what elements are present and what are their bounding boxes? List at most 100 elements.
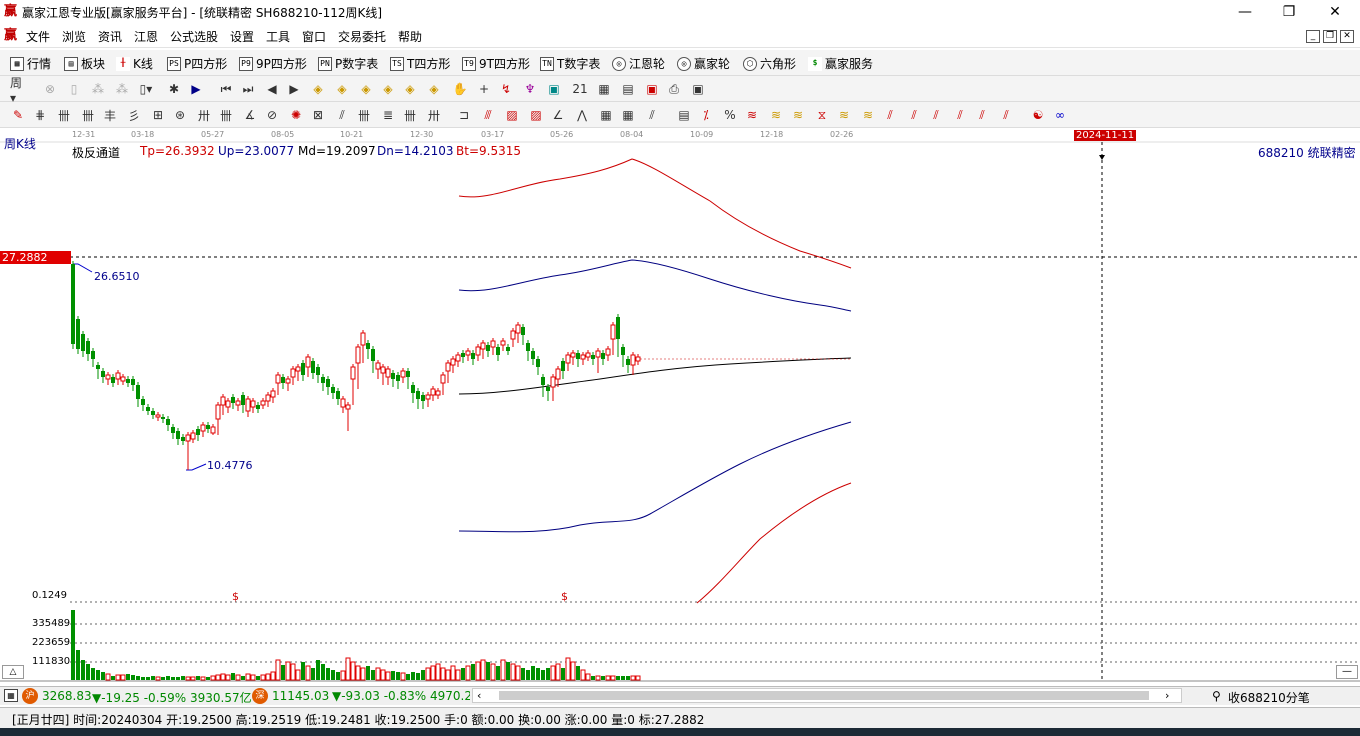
- tool-icon[interactable]: ⊗: [42, 81, 58, 97]
- print-icon[interactable]: ⎙: [666, 81, 682, 97]
- draw-tool-icon[interactable]: 卌: [356, 107, 372, 123]
- percent-icon[interactable]: %: [722, 107, 738, 123]
- draw-tool-icon[interactable]: ≋: [768, 107, 784, 123]
- expand-up-button[interactable]: △: [2, 665, 24, 679]
- last-icon[interactable]: ⏭: [240, 81, 256, 97]
- crosshair-icon[interactable]: +: [476, 81, 492, 97]
- menu-file[interactable]: 文件: [26, 28, 50, 45]
- draw-tool-icon[interactable]: ⊐: [456, 107, 472, 123]
- diamond-icon[interactable]: ◈: [310, 81, 326, 97]
- tool-icon[interactable]: ✱: [166, 81, 182, 97]
- draw-tool-icon[interactable]: ⊞: [150, 107, 166, 123]
- draw-tool-icon[interactable]: ✺: [288, 107, 304, 123]
- p-number-button[interactable]: PN P数字表: [318, 55, 378, 72]
- kline-chart[interactable]: 12-31 03-18 05-27 08-05 10-21 12-30 03-17 05-26…: [0, 129, 1360, 684]
- gann-wheel-button[interactable]: ◎ 江恩轮: [612, 55, 665, 72]
- tool-icon[interactable]: ↯: [498, 81, 514, 97]
- tick-detail-link[interactable]: 收688210分笔: [1228, 689, 1310, 706]
- table-icon[interactable]: ▦: [596, 81, 612, 97]
- menu-gann[interactable]: 江恩: [134, 28, 158, 45]
- scroll-left-icon[interactable]: ‹: [477, 689, 481, 702]
- save-icon[interactable]: ▣: [644, 81, 660, 97]
- hexagon-button[interactable]: ⬡ 六角形: [743, 55, 796, 72]
- hand-icon[interactable]: ✋: [452, 81, 468, 97]
- t-square-button[interactable]: TS T四方形: [390, 55, 450, 72]
- draw-tool-icon[interactable]: 卌: [218, 107, 234, 123]
- tool-icon[interactable]: ▶: [188, 81, 204, 97]
- diamond-icon[interactable]: ◈: [426, 81, 442, 97]
- draw-tool-icon[interactable]: ⁒: [698, 107, 714, 123]
- draw-tool-icon[interactable]: ⫽: [906, 107, 922, 123]
- draw-tool-icon[interactable]: ⫽: [334, 107, 350, 123]
- horizontal-scrollbar[interactable]: ‹ ›: [472, 688, 1182, 703]
- draw-tool-icon[interactable]: ▨: [504, 107, 520, 123]
- sector-button[interactable]: ▤ 板块: [64, 55, 105, 72]
- draw-tool-icon[interactable]: ⫽: [974, 107, 990, 123]
- draw-tool-icon[interactable]: ⫽: [952, 107, 968, 123]
- doc-icon[interactable]: ▤: [620, 81, 636, 97]
- grid-icon[interactable]: ▦: [4, 689, 18, 702]
- draw-tool-icon[interactable]: ⊠: [310, 107, 326, 123]
- calendar-icon[interactable]: 21: [572, 81, 588, 97]
- draw-tool-icon[interactable]: ∠: [550, 107, 566, 123]
- draw-tool-icon[interactable]: ≋: [836, 107, 852, 123]
- tool-icon[interactable]: ▣: [690, 81, 706, 97]
- winner-wheel-button[interactable]: ◎ 赢家轮: [677, 55, 730, 72]
- t-number-button[interactable]: TN T数字表: [540, 55, 600, 72]
- diamond-icon[interactable]: ◈: [402, 81, 418, 97]
- draw-tool-icon[interactable]: ⧖: [814, 107, 830, 123]
- draw-tool-icon[interactable]: ≋: [744, 107, 760, 123]
- menu-help[interactable]: 帮助: [398, 28, 422, 45]
- draw-tool-icon[interactable]: ⫽: [998, 107, 1014, 123]
- tool-icon[interactable]: ⁂: [114, 81, 130, 97]
- tool-icon[interactable]: ⁂: [90, 81, 106, 97]
- draw-tool-icon[interactable]: ⊘: [264, 107, 280, 123]
- mdi-restore-button[interactable]: ❐: [1323, 30, 1337, 43]
- draw-tool-icon[interactable]: ⫽: [882, 107, 898, 123]
- market-button[interactable]: ▦ 行情: [10, 55, 51, 72]
- draw-tool-icon[interactable]: 卌: [56, 107, 72, 123]
- mdi-close-button[interactable]: ✕: [1340, 30, 1354, 43]
- draw-tool-icon[interactable]: 丰: [102, 107, 118, 123]
- scroll-thumb[interactable]: [499, 691, 1149, 700]
- left-icon[interactable]: ◀: [264, 81, 280, 97]
- draw-tool-icon[interactable]: ⫽: [928, 107, 944, 123]
- draw-tool-icon[interactable]: 卅: [426, 107, 442, 123]
- zoom-out-button[interactable]: —: [1336, 665, 1358, 679]
- menu-browse[interactable]: 浏览: [62, 28, 86, 45]
- pen-icon[interactable]: ✎: [10, 107, 26, 123]
- draw-tool-icon[interactable]: ⫻: [480, 107, 496, 123]
- diamond-icon[interactable]: ◈: [358, 81, 374, 97]
- tool-icon[interactable]: ♆: [522, 81, 538, 97]
- maximize-button[interactable]: ❐: [1266, 0, 1312, 24]
- tick-detail-icon[interactable]: ⚲: [1212, 689, 1221, 703]
- close-button[interactable]: ✕: [1312, 0, 1358, 24]
- draw-tool-icon[interactable]: ▦: [620, 107, 636, 123]
- draw-tool-icon[interactable]: ▤: [676, 107, 692, 123]
- draw-tool-icon[interactable]: ▦: [598, 107, 614, 123]
- first-icon[interactable]: ⏮: [218, 81, 234, 97]
- mdi-minimize-button[interactable]: _: [1306, 30, 1320, 43]
- draw-tool-icon[interactable]: 卌: [80, 107, 96, 123]
- draw-tool-icon[interactable]: ⋀: [574, 107, 590, 123]
- 9p-square-button[interactable]: P9 9P四方形: [239, 55, 307, 72]
- menu-window[interactable]: 窗口: [302, 28, 326, 45]
- service-button[interactable]: $ 赢家服务: [808, 55, 873, 72]
- kline-button[interactable]: ╫ K线: [116, 55, 153, 72]
- yinyang-icon[interactable]: ☯: [1030, 107, 1046, 123]
- scroll-right-icon[interactable]: ›: [1165, 689, 1169, 702]
- draw-tool-icon[interactable]: 卌: [402, 107, 418, 123]
- tool-icon[interactable]: ▯: [66, 81, 82, 97]
- draw-tool-icon[interactable]: ⋕: [32, 107, 48, 123]
- menu-settings[interactable]: 设置: [230, 28, 254, 45]
- draw-tool-icon[interactable]: ∡: [242, 107, 258, 123]
- draw-tool-icon[interactable]: ⫽: [644, 107, 660, 123]
- menu-formula[interactable]: 公式选股: [170, 28, 218, 45]
- draw-tool-icon[interactable]: ▨: [528, 107, 544, 123]
- draw-tool-icon[interactable]: ≋: [860, 107, 876, 123]
- draw-tool-icon[interactable]: ≋: [790, 107, 806, 123]
- diamond-icon[interactable]: ◈: [334, 81, 350, 97]
- draw-tool-icon[interactable]: 卅: [196, 107, 212, 123]
- tool-icon[interactable]: ▯▾: [138, 81, 154, 97]
- draw-tool-icon[interactable]: 彡: [126, 107, 142, 123]
